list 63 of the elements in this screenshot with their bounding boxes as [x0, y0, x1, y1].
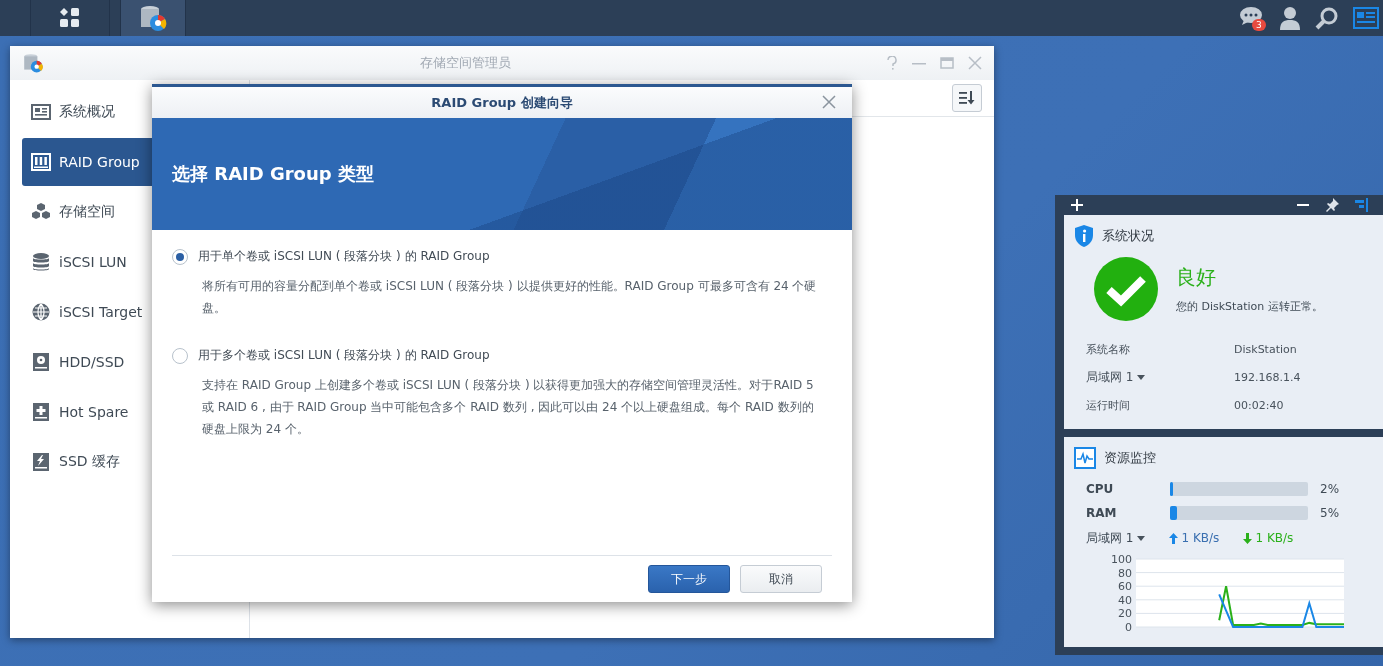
panel-icon[interactable]	[1355, 198, 1369, 212]
meter-label: CPU	[1086, 482, 1115, 496]
caret-icon	[1137, 535, 1146, 541]
sidebar-item[interactable]: 存储空间	[22, 188, 237, 236]
option-description: 支持在 RAID Group 上创建多个卷或 iSCSI LUN ( 段落分块 ) 以获得更加强大的存储空间管理灵活性。对于RAID 5 或 RAID 6 , 由于 RAID Group 当中可能包含多个 RAID 数列 , 因此可以由 24 个以上硬盘组成。每个 RAID 数列的硬盘上限为 24 个。	[202, 377, 815, 438]
add-icon[interactable]	[1071, 199, 1083, 211]
info-value: 192.168.1.4	[1234, 370, 1302, 384]
grid-icon	[59, 7, 81, 29]
sidebar-item[interactable]: SSD 缓存	[22, 438, 237, 486]
raid-group-icon	[31, 152, 51, 172]
download-arrow-icon	[1243, 532, 1253, 544]
download-speed: 1 KB/s	[1255, 531, 1294, 545]
axis-tick-label: 80	[1118, 566, 1132, 580]
overview-icon	[31, 102, 51, 122]
status-text: 良好	[1176, 264, 1217, 291]
info-label: 系统名称	[1086, 341, 1131, 357]
database-icon	[31, 252, 51, 272]
info-label: 运行时间	[1086, 397, 1131, 413]
sidebar-item[interactable]: 系统概况	[22, 88, 237, 136]
info-value: 00:02:40	[1234, 398, 1285, 412]
main-menu-button[interactable]	[30, 0, 110, 36]
radio-button[interactable]	[172, 248, 188, 265]
axis-tick-label: 100	[1111, 553, 1132, 566]
sort-button[interactable]	[952, 84, 982, 112]
sort-icon	[959, 91, 975, 105]
dialog-title: RAID Group 创建向导	[431, 93, 573, 112]
window-title: 存储空间管理员	[418, 54, 512, 72]
upload-arrow-icon	[1169, 532, 1179, 544]
cubes-icon	[31, 202, 51, 222]
option-label: 用于单个卷或 iSCSI LUN ( 段落分块 ) 的 RAID Group	[198, 248, 490, 265]
check-circle-icon	[1094, 257, 1158, 321]
axis-tick-label: 0	[1125, 621, 1132, 633]
option-description: 将所有可用的容量分配到单个卷或 iSCSI LUN ( 段落分块 ) 以提供更好的性能。RAID Group 可最多可含有 24 个硬盘。	[202, 278, 818, 317]
cancel-button[interactable]: 取消	[740, 565, 822, 593]
widgets-icon[interactable]	[1353, 7, 1379, 29]
axis-tick-label: 20	[1118, 607, 1132, 621]
meter-label: RAM	[1086, 506, 1118, 520]
globe-icon	[31, 302, 51, 322]
next-button[interactable]: 下一步	[648, 565, 730, 593]
radio-button[interactable]	[172, 347, 188, 364]
info-value: DiskStation	[1234, 342, 1298, 356]
axis-tick-label: 40	[1118, 593, 1132, 607]
app-icon	[138, 3, 168, 33]
meter-reading: 2%	[1320, 482, 1341, 496]
user-icon[interactable]	[1279, 6, 1301, 30]
pin-icon[interactable]	[1325, 198, 1339, 212]
app-icon	[22, 52, 44, 74]
meter-reading: 5%	[1320, 506, 1341, 520]
pulse-icon	[1074, 447, 1096, 469]
caret-icon	[1137, 374, 1146, 380]
option-label: 用于多个卷或 iSCSI LUN ( 段落分块 ) 的 RAID Group	[198, 347, 490, 364]
card-title: 系统状况	[1102, 227, 1154, 245]
upload-speed: 1 KB/s	[1181, 531, 1220, 545]
card-title: 资源监控	[1104, 449, 1156, 467]
notification-badge: 3	[1252, 19, 1266, 31]
info-shield-icon	[1074, 225, 1094, 247]
search-icon[interactable]	[1315, 6, 1339, 30]
close-icon[interactable]	[822, 95, 836, 109]
axis-tick-label: 60	[1118, 580, 1132, 594]
network-dropdown[interactable]: 局域网 1	[1086, 529, 1146, 547]
network-dropdown[interactable]: 局域网 1	[1086, 368, 1234, 386]
status-message: 您的 DiskStation 运转正常。	[1176, 299, 1323, 314]
storage-manager-taskbar-button[interactable]	[120, 0, 186, 36]
